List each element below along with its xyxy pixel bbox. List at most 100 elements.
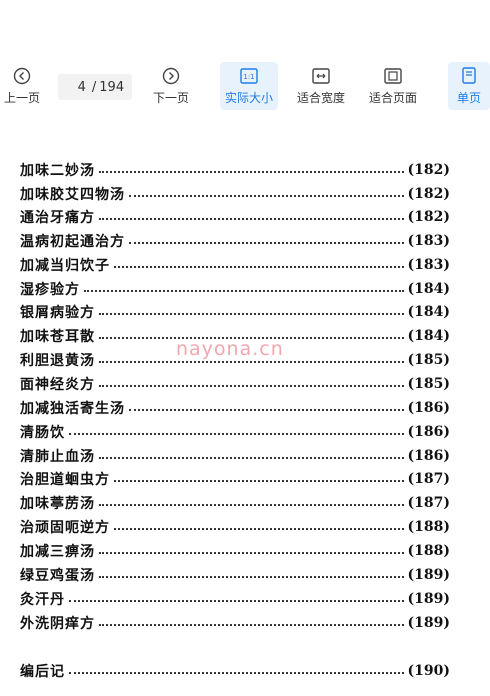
toc-entry-page: (186)	[407, 400, 450, 416]
leader-dots	[99, 171, 404, 173]
toc-entry-title: 银屑病验方	[20, 305, 95, 321]
leader-dots	[114, 266, 404, 268]
toc-entry-title: 绿豆鸡蛋汤	[20, 568, 95, 584]
toc-entry[interactable]: 清肠饮 (186)	[20, 421, 450, 443]
toc-entry-title: 加减当归饮子	[20, 258, 110, 274]
leader-dots	[99, 624, 404, 626]
toc-entry[interactable]: 温病初起通治方 (183)	[20, 230, 450, 252]
toc-entry-page: (186)	[407, 448, 450, 464]
next-page-label: 下一页	[152, 90, 189, 105]
toc-entry-title: 加味二妙汤	[20, 163, 95, 179]
toc-entry[interactable]: 绿豆鸡蛋汤 (189)	[20, 564, 450, 586]
leader-dots	[99, 218, 404, 220]
leader-dots	[99, 576, 404, 578]
toc-entry[interactable]: 银屑病验方 (184)	[20, 301, 450, 323]
toc-entry-page: (189)	[407, 591, 450, 607]
single-page-label: 单页	[456, 90, 481, 105]
leader-dots	[99, 552, 404, 554]
toc-entry-title: 加味苍耳散	[20, 329, 95, 345]
toc-entry[interactable]: 治胆道蛔虫方 (187)	[20, 468, 450, 490]
toc-entry-title: 湿疹验方	[20, 282, 80, 298]
toc-entry-page: (182)	[407, 162, 450, 178]
fit-width-button[interactable]: 适合宽度	[292, 62, 350, 110]
toc-entry-title: 加味葶苈汤	[20, 496, 95, 512]
toc-entry-title: 加味胶艾四物汤	[20, 187, 125, 203]
toc-entry-page: (184)	[407, 304, 450, 320]
fit-width-icon	[312, 67, 330, 85]
toc-entry[interactable]: 加减当归饮子 (183)	[20, 254, 450, 276]
watermark: nayona.cn	[176, 338, 284, 360]
leader-dots	[69, 600, 404, 602]
toc-entry-page: (185)	[407, 376, 450, 392]
leader-dots	[99, 361, 404, 363]
toc-entry-title: 面神经炎方	[20, 377, 95, 393]
toc-entry-page: (183)	[407, 233, 450, 249]
toc-entry-title: 加减独活寄生汤	[20, 401, 125, 417]
toc-entry[interactable]: 清肺止血汤 (186)	[20, 445, 450, 467]
toc-entry[interactable]: 加味胶艾四物汤 (182)	[20, 183, 450, 205]
current-page-input[interactable]	[65, 79, 86, 95]
leader-dots	[99, 385, 404, 387]
chevron-right-circle-icon	[162, 67, 180, 85]
chevron-left-circle-icon	[13, 67, 31, 85]
leader-dots	[114, 528, 404, 530]
leader-dots	[84, 290, 404, 292]
toc-entry-page: (187)	[407, 471, 450, 487]
toolbar: 上一页 / 194 下一页 1:1 实际大小 适合宽度 适合页面 单页	[0, 58, 490, 114]
toc-entry-page: (188)	[407, 543, 450, 559]
actual-size-icon: 1:1	[240, 67, 258, 85]
single-page-button[interactable]: 单页	[448, 62, 490, 110]
toc-entry-page: (184)	[407, 328, 450, 344]
toc-entry-title: 通治牙痛方	[20, 210, 95, 226]
toc-entry[interactable]: 面神经炎方 (185)	[20, 373, 450, 395]
next-page-button[interactable]: 下一页	[148, 62, 194, 110]
document-page: 加味二妙汤 (182) 加味胶艾四物汤 (182) 通治牙痛方 (182) 温病初起通…	[0, 140, 490, 696]
fit-width-label: 适合宽度	[296, 90, 345, 105]
actual-size-icon-text: 1:1	[243, 73, 254, 81]
toc-entry-page: (189)	[407, 615, 450, 631]
prev-page-label: 上一页	[3, 90, 40, 105]
leader-dots	[69, 433, 404, 435]
actual-size-label: 实际大小	[224, 90, 273, 105]
toc-entry[interactable]: 加减三痹汤 (188)	[20, 540, 450, 562]
toc-entry-title: 外洗阴痒方	[20, 616, 95, 632]
toc-entry[interactable]: 加味葶苈汤 (187)	[20, 492, 450, 514]
afterword-entry[interactable]: 编后记 (190)	[20, 660, 450, 682]
leader-dots	[99, 504, 404, 506]
toc-entry-page: (185)	[407, 352, 450, 368]
toc-entry-title: 治顽固呃逆方	[20, 520, 110, 536]
single-page-icon	[460, 67, 478, 85]
toc-entry[interactable]: 灸汗丹 (189)	[20, 588, 450, 610]
toc-entry-page: (183)	[407, 257, 450, 273]
toc-entry-title: 清肺止血汤	[20, 449, 95, 465]
afterword-page: (190)	[407, 663, 450, 679]
toc-entry[interactable]: 外洗阴痒方 (189)	[20, 612, 450, 634]
prev-page-button[interactable]: 上一页	[0, 62, 44, 110]
toc-entry-page: (182)	[407, 186, 450, 202]
toc-entry-title: 清肠饮	[20, 425, 65, 441]
toc-entry-title: 治胆道蛔虫方	[20, 472, 110, 488]
toc-entry[interactable]: 加味二妙汤 (182)	[20, 159, 450, 181]
afterword-title: 编后记	[20, 664, 65, 680]
toc-entry-page: (184)	[407, 281, 450, 297]
fit-page-icon	[384, 67, 402, 85]
toc-entry[interactable]: 治顽固呃逆方 (188)	[20, 516, 450, 538]
leader-dots	[99, 313, 404, 315]
leader-dots	[129, 242, 404, 244]
toc-entry[interactable]: 通治牙痛方 (182)	[20, 206, 450, 228]
fit-page-button[interactable]: 适合页面	[364, 62, 422, 110]
fit-page-label: 适合页面	[368, 90, 417, 105]
toc-entry-page: (188)	[407, 519, 450, 535]
toc-entry-title: 利胆退黄汤	[20, 353, 95, 369]
leader-dots	[69, 672, 404, 674]
toc-entry[interactable]: 加减独活寄生汤 (186)	[20, 397, 450, 419]
toc-entry-page: (186)	[407, 424, 450, 440]
leader-dots	[99, 457, 404, 459]
leader-dots	[129, 409, 404, 411]
toc-entry-title: 加减三痹汤	[20, 544, 95, 560]
actual-size-button[interactable]: 1:1 实际大小	[220, 62, 278, 110]
toc-entry[interactable]: 湿疹验方 (184)	[20, 278, 450, 300]
page-indicator: / 194	[58, 74, 132, 100]
total-pages: 194	[99, 79, 125, 95]
page-separator: /	[91, 79, 97, 95]
